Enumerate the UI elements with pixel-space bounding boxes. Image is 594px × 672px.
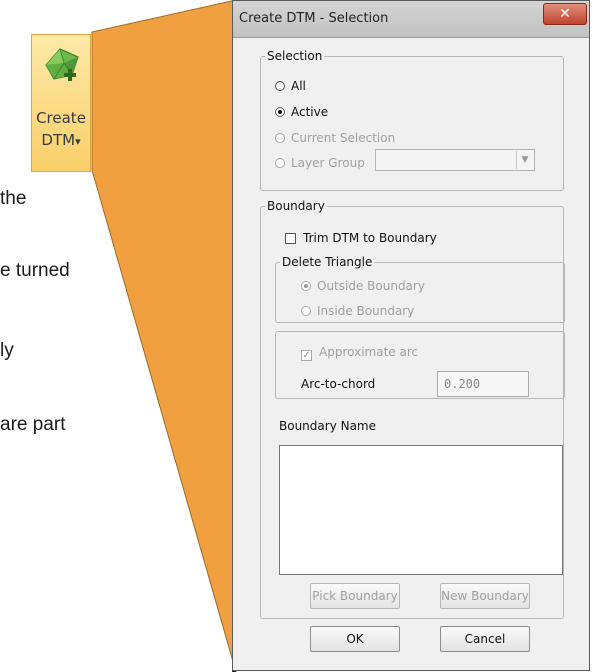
create-dtm-selection-dialog: Create DTM - Selection ✕ Selection All A… xyxy=(232,0,590,671)
chevron-down-icon: ▾ xyxy=(75,135,81,148)
arc-to-chord-label: Arc-to-chord xyxy=(301,377,376,391)
radio-circle xyxy=(275,81,285,91)
checkbox-box xyxy=(285,233,296,244)
radio-layer-group[interactable]: Layer Group xyxy=(275,156,365,170)
dialog-title: Create DTM - Selection xyxy=(239,11,389,26)
create-dtm-ribbon-button[interactable]: Create DTM▾ xyxy=(31,34,91,172)
radio-all-label: All xyxy=(291,79,306,93)
trim-dtm-label: Trim DTM to Boundary xyxy=(303,231,437,245)
radio-circle xyxy=(301,306,311,316)
layer-group-select[interactable]: ▼ xyxy=(375,149,535,171)
radio-circle xyxy=(275,107,285,117)
radio-inside-boundary[interactable]: Inside Boundary xyxy=(301,304,414,318)
dialog-titlebar[interactable]: Create DTM - Selection ✕ xyxy=(233,1,589,38)
delete-triangle-legend: Delete Triangle xyxy=(282,255,373,269)
ribbon-button-label-line2: DTM▾ xyxy=(32,131,90,149)
close-button[interactable]: ✕ xyxy=(543,3,587,25)
radio-circle xyxy=(301,281,311,291)
new-boundary-button[interactable]: New Boundary xyxy=(440,583,530,609)
boundary-name-label: Boundary Name xyxy=(279,419,377,433)
radio-layer-group-label: Layer Group xyxy=(291,156,365,170)
radio-circle xyxy=(275,133,285,143)
chevron-down-icon: ▼ xyxy=(516,151,533,169)
arc-to-chord-input[interactable]: 0.200 xyxy=(437,371,529,397)
selection-legend: Selection xyxy=(267,49,323,63)
radio-all[interactable]: All xyxy=(275,79,306,93)
close-icon: ✕ xyxy=(559,6,571,22)
radio-active[interactable]: Active xyxy=(275,105,328,119)
dtm-surface-icon xyxy=(42,43,82,89)
radio-circle xyxy=(275,158,285,168)
cancel-button[interactable]: Cancel xyxy=(440,626,530,652)
approximate-arc-checkbox[interactable]: ✓ Approximate arc xyxy=(301,345,418,361)
radio-active-label: Active xyxy=(291,105,329,119)
pick-boundary-button[interactable]: Pick Boundary xyxy=(310,583,400,609)
radio-outside-boundary[interactable]: Outside Boundary xyxy=(301,279,425,293)
ribbon-button-label-dtm: DTM xyxy=(41,131,76,149)
boundary-name-list[interactable] xyxy=(279,445,563,575)
radio-inside-boundary-label: Inside Boundary xyxy=(317,304,415,318)
radio-outside-boundary-label: Outside Boundary xyxy=(317,279,425,293)
ok-button[interactable]: OK xyxy=(310,626,400,652)
radio-current-selection[interactable]: Current Selection xyxy=(275,131,395,145)
approximate-arc-label: Approximate arc xyxy=(319,345,419,359)
radio-current-selection-label: Current Selection xyxy=(291,131,396,145)
trim-dtm-checkbox[interactable]: Trim DTM to Boundary xyxy=(285,231,437,245)
ribbon-button-label-line1: Create xyxy=(36,109,86,127)
boundary-legend: Boundary xyxy=(267,199,325,213)
checkbox-box: ✓ xyxy=(301,350,312,361)
